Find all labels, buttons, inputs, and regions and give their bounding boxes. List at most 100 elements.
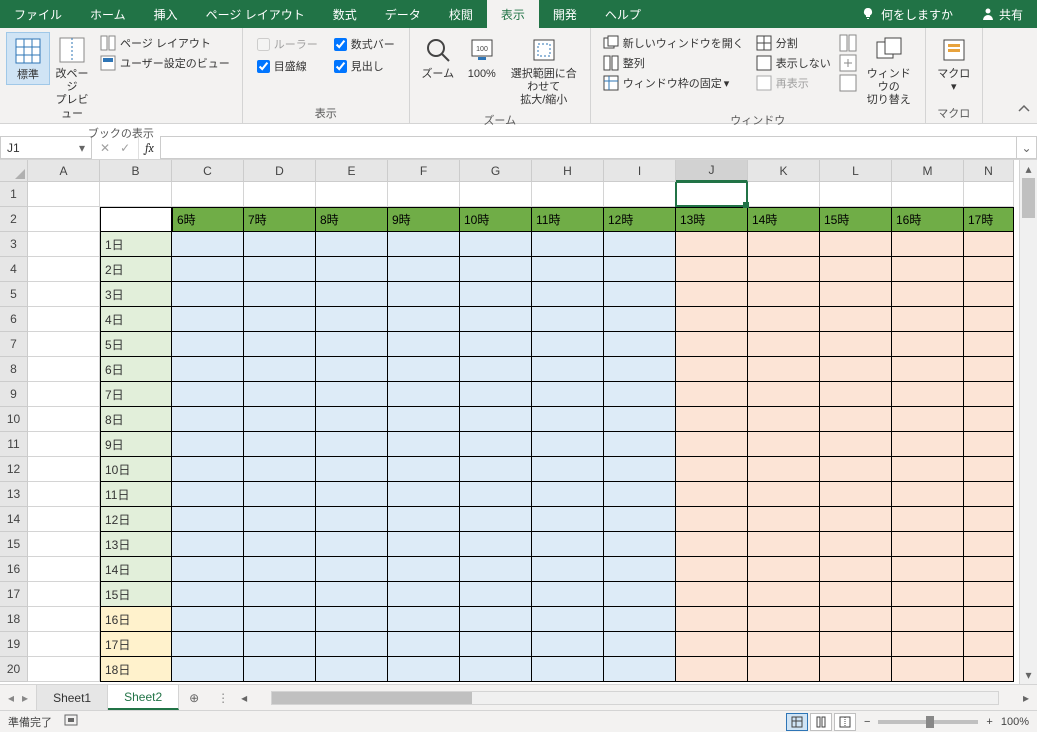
cell[interactable]	[316, 332, 388, 357]
grid-cells[interactable]: 6時7時8時9時10時11時12時13時14時15時16時17時1日2日3日4日…	[28, 182, 1019, 684]
cell[interactable]	[604, 432, 676, 457]
cell[interactable]	[964, 482, 1014, 507]
cell[interactable]: 7日	[100, 382, 172, 407]
cell[interactable]	[388, 407, 460, 432]
cell[interactable]	[28, 457, 100, 482]
cell[interactable]	[532, 532, 604, 557]
sync-scroll-icon[interactable]	[839, 54, 857, 72]
cell[interactable]	[964, 632, 1014, 657]
zoom-to-selection-button[interactable]: 選択範囲に合わせて 拡大/縮小	[504, 32, 584, 110]
cell[interactable]: 10日	[100, 457, 172, 482]
cell[interactable]	[892, 632, 964, 657]
cell[interactable]	[460, 457, 532, 482]
cell[interactable]	[532, 357, 604, 382]
cell[interactable]	[244, 432, 316, 457]
cell[interactable]	[28, 207, 100, 232]
new-window-button[interactable]: 新しいウィンドウを開く	[601, 34, 746, 52]
cell[interactable]	[532, 607, 604, 632]
cell[interactable]	[388, 232, 460, 257]
row-header-12[interactable]: 12	[0, 457, 28, 482]
cell[interactable]	[460, 257, 532, 282]
cell[interactable]	[244, 457, 316, 482]
hscroll-right-button[interactable]: ▸	[1019, 691, 1033, 705]
cell[interactable]	[892, 232, 964, 257]
cell[interactable]	[748, 232, 820, 257]
cell[interactable]	[172, 182, 244, 207]
sheet-tab-2[interactable]: Sheet2	[108, 685, 179, 710]
cell[interactable]	[676, 482, 748, 507]
cell[interactable]: 13時	[676, 207, 748, 232]
cell[interactable]	[892, 332, 964, 357]
cell[interactable]	[388, 532, 460, 557]
cell[interactable]	[748, 432, 820, 457]
cell[interactable]	[172, 482, 244, 507]
cell[interactable]	[388, 507, 460, 532]
cell[interactable]	[460, 432, 532, 457]
column-header-C[interactable]: C	[172, 160, 244, 182]
cell[interactable]	[748, 482, 820, 507]
cell[interactable]	[532, 307, 604, 332]
cell[interactable]	[604, 457, 676, 482]
cell[interactable]	[532, 182, 604, 207]
cell[interactable]	[892, 182, 964, 207]
new-sheet-button[interactable]: ⊕	[179, 685, 209, 710]
cell[interactable]	[172, 232, 244, 257]
cell[interactable]	[460, 307, 532, 332]
cell[interactable]	[676, 657, 748, 682]
cell[interactable]	[676, 357, 748, 382]
cell[interactable]	[964, 182, 1014, 207]
cell[interactable]: 15日	[100, 582, 172, 607]
cell[interactable]	[316, 307, 388, 332]
cell[interactable]	[964, 507, 1014, 532]
column-header-I[interactable]: I	[604, 160, 676, 182]
cell[interactable]	[172, 332, 244, 357]
cell[interactable]	[316, 407, 388, 432]
cell[interactable]	[604, 332, 676, 357]
cell[interactable]	[676, 382, 748, 407]
zoom-100-button[interactable]: 100 100%	[460, 32, 504, 83]
cell[interactable]	[676, 507, 748, 532]
cell[interactable]	[892, 482, 964, 507]
cell[interactable]	[532, 457, 604, 482]
cell[interactable]	[460, 232, 532, 257]
formula-bar-input[interactable]	[160, 136, 1017, 159]
cell[interactable]	[244, 582, 316, 607]
cell[interactable]	[820, 557, 892, 582]
freeze-panes-button[interactable]: ウィンドウ枠の固定 ▾	[601, 74, 746, 92]
cell[interactable]	[388, 457, 460, 482]
cell[interactable]	[388, 307, 460, 332]
cell[interactable]	[676, 232, 748, 257]
cell[interactable]: 12日	[100, 507, 172, 532]
cell[interactable]	[748, 382, 820, 407]
cell[interactable]	[388, 332, 460, 357]
column-header-H[interactable]: H	[532, 160, 604, 182]
cell[interactable]	[172, 407, 244, 432]
cell[interactable]	[964, 282, 1014, 307]
cell[interactable]	[604, 307, 676, 332]
zoom-slider[interactable]	[878, 720, 978, 724]
cell[interactable]	[172, 657, 244, 682]
cell[interactable]	[892, 657, 964, 682]
cell[interactable]	[172, 257, 244, 282]
row-header-15[interactable]: 15	[0, 532, 28, 557]
row-header-5[interactable]: 5	[0, 282, 28, 307]
cell[interactable]	[316, 382, 388, 407]
cell[interactable]	[964, 307, 1014, 332]
vertical-scrollbar[interactable]: ▴ ▾	[1019, 160, 1037, 684]
cell[interactable]	[316, 482, 388, 507]
cell[interactable]	[748, 607, 820, 632]
cell[interactable]	[316, 282, 388, 307]
cell[interactable]	[604, 407, 676, 432]
split-button[interactable]: 分割	[754, 34, 833, 52]
row-header-7[interactable]: 7	[0, 332, 28, 357]
cell[interactable]	[964, 407, 1014, 432]
cell[interactable]	[820, 507, 892, 532]
cell[interactable]	[172, 607, 244, 632]
cell[interactable]	[460, 182, 532, 207]
cell[interactable]	[244, 657, 316, 682]
cell[interactable]	[316, 257, 388, 282]
cell[interactable]	[172, 532, 244, 557]
cell[interactable]	[892, 382, 964, 407]
scroll-down-button[interactable]: ▾	[1020, 666, 1037, 684]
arrange-all-button[interactable]: 整列	[601, 54, 746, 72]
